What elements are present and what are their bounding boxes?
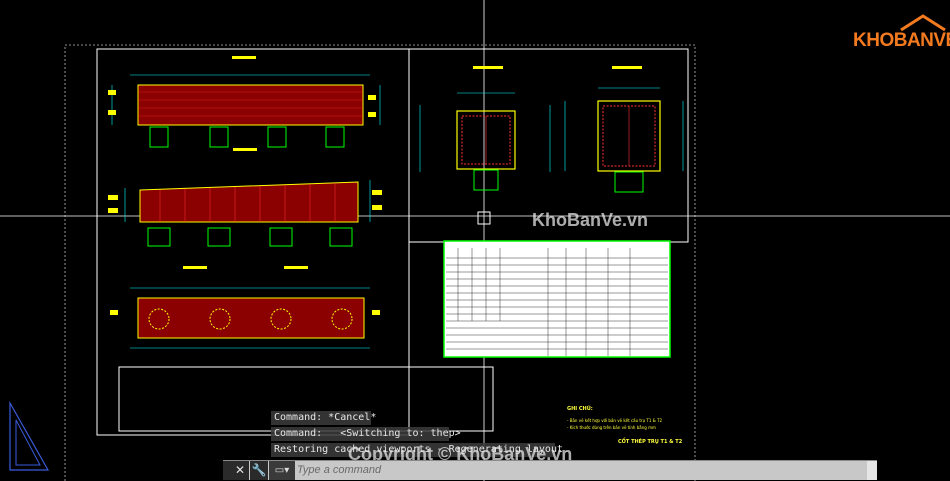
command-line-bar: ✕ 🔧 ▭▾ Type a command xyxy=(223,460,877,480)
watermark-center: KhoBanVe.vn xyxy=(532,210,649,230)
command-history-line: Command: <Switching to: thep> xyxy=(271,427,461,441)
wrench-icon[interactable]: 🔧 xyxy=(250,461,268,480)
section-d-d xyxy=(110,287,380,349)
grip-handle[interactable] xyxy=(223,461,231,480)
command-input[interactable]: Type a command xyxy=(297,463,857,478)
note-line-2: - Kích thước dùng trên bản vẽ tính bằng … xyxy=(567,425,656,430)
drawing-title: CỐT THÉP TRỤ T1 & T2 xyxy=(618,439,683,445)
rebar-table xyxy=(443,240,671,358)
section-b-b xyxy=(419,92,551,191)
ucs-icon xyxy=(9,400,50,471)
logo-text: KHOBANVE xyxy=(853,30,950,51)
notes-title: GHI CHÚ: xyxy=(567,406,593,412)
section-f-f xyxy=(108,74,381,148)
note-line-1: - Bản vẽ kết hợp với bản vẽ kết cấu trụ … xyxy=(567,418,663,423)
command-history-line: Command: *Cancel* xyxy=(271,411,376,425)
section-e-e xyxy=(108,180,382,247)
command-prompt-icon[interactable]: ▭▾ xyxy=(269,461,295,480)
section-c-c xyxy=(564,87,684,193)
khobanve-logo: KHOBANVE xyxy=(853,14,950,54)
model-space-canvas[interactable] xyxy=(0,0,950,481)
close-icon[interactable]: ✕ xyxy=(231,461,249,480)
command-scrollbar[interactable] xyxy=(867,461,877,480)
